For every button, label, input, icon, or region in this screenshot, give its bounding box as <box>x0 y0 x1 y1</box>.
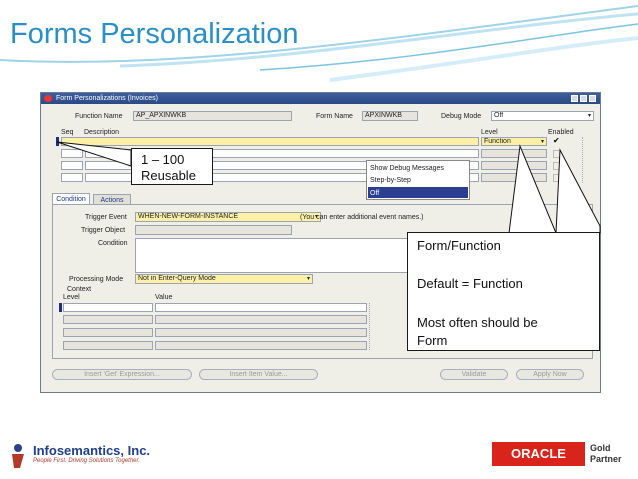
infosemantics-logo-icon <box>12 444 24 468</box>
level-callout-line3: Most often should be <box>417 315 538 330</box>
gold-partner-label: Gold Partner <box>590 443 622 465</box>
level-callout-line2: Default = Function <box>417 276 523 291</box>
seq-callout-line1: 1 – 100 <box>141 152 185 167</box>
oracle-logo-text: ORACLE <box>511 446 566 461</box>
seq-callout: 1 – 100 Reusable <box>131 148 213 185</box>
gold-partner-line1: Gold <box>590 443 611 453</box>
level-callout-line4: Form <box>417 333 448 348</box>
level-callout: Form/Function Default = Function Most of… <box>407 232 600 351</box>
level-callout-line1: Form/Function <box>417 238 501 253</box>
infosemantics-logo-text: Infosemantics, Inc. <box>33 443 151 458</box>
infosemantics-tagline: People First. Driving Solutions Together… <box>33 458 140 464</box>
seq-callout-line2: Reusable <box>141 168 196 183</box>
gold-partner-line2: Partner <box>590 454 622 464</box>
oracle-logo: ORACLE <box>492 442 585 466</box>
